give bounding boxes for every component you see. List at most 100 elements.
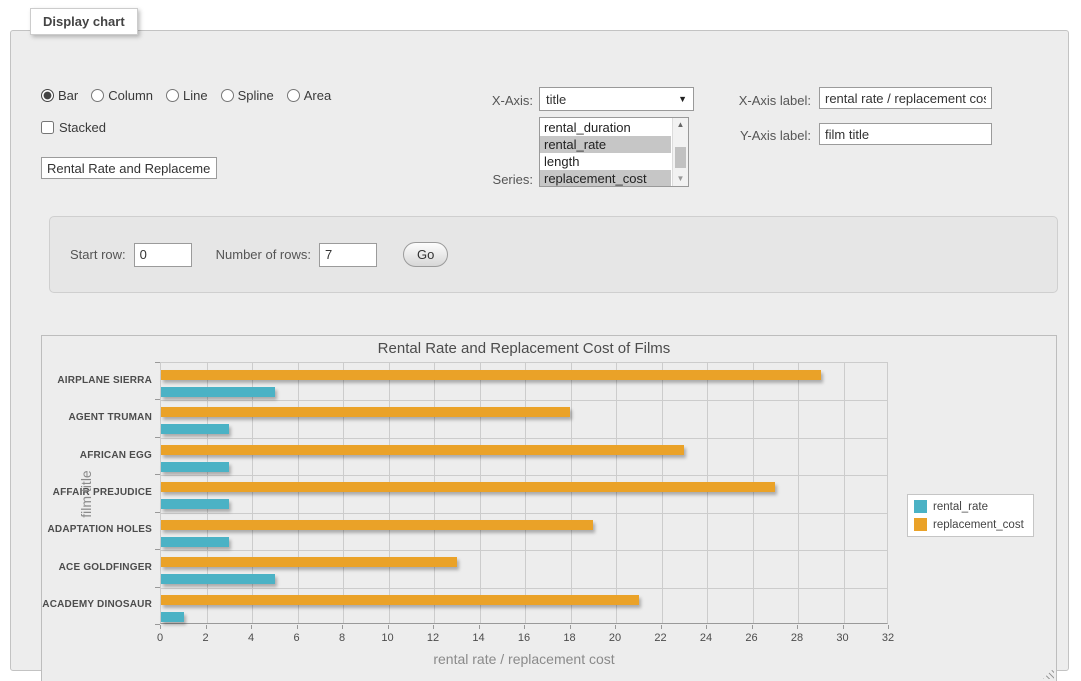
bar-replacement_cost [161, 445, 684, 455]
x-tick-label: 6 [293, 632, 299, 644]
x-tick-mark [615, 625, 616, 629]
chart-container: Rental Rate and Replacement Cost of Film… [41, 335, 1057, 681]
x-tick-label: 28 [791, 632, 803, 644]
scrollbar-up-icon[interactable]: ▲ [673, 118, 688, 132]
x-axis-label-caption: X-Axis label: [721, 93, 811, 108]
y-tick-mark [155, 437, 160, 438]
legend-item: rental_rate [914, 500, 1024, 513]
gridline [161, 400, 887, 401]
go-button[interactable]: Go [403, 242, 448, 267]
stacked-checkbox[interactable] [41, 121, 54, 134]
legend-label: replacement_cost [933, 519, 1024, 531]
gridline [753, 363, 754, 623]
x-axis-label-input[interactable] [819, 87, 992, 109]
gridline [662, 363, 663, 623]
scrollbar-down-icon[interactable]: ▼ [673, 172, 688, 186]
chart-type-radio-spline[interactable]: Spline [221, 88, 274, 103]
series-option-replacement_cost[interactable]: replacement_cost [540, 170, 671, 187]
chart-type-radio-bar[interactable]: Bar [41, 88, 78, 103]
y-tick-mark [155, 624, 160, 625]
scrollbar-thumb[interactable] [675, 147, 686, 168]
x-axis-caption: X-Axis: [459, 93, 533, 108]
x-tick-mark [160, 625, 161, 629]
x-tick-label: 4 [248, 632, 254, 644]
category-label: AGENT TRUMAN [42, 412, 152, 423]
stacked-checkbox-row[interactable]: Stacked [41, 120, 106, 135]
category-label: AFRICAN EGG [42, 450, 152, 461]
radio-line[interactable] [166, 89, 179, 102]
series-option-length[interactable]: length [540, 153, 671, 170]
x-tick-label: 0 [157, 632, 163, 644]
y-tick-mark [155, 549, 160, 550]
stacked-label: Stacked [59, 120, 106, 135]
bar-rental_rate [161, 574, 275, 584]
radio-label: Column [108, 88, 153, 103]
gridline [525, 363, 526, 623]
series-listbox[interactable]: rental_durationrental_ratelengthreplacem… [539, 117, 689, 187]
x-tick-label: 14 [472, 632, 484, 644]
chart-type-radio-group: Bar Column Line Spline Area [41, 88, 331, 103]
radio-column[interactable] [91, 89, 104, 102]
radio-area[interactable] [287, 89, 300, 102]
gridline [343, 363, 344, 623]
bar-rental_rate [161, 537, 229, 547]
plot-area [160, 362, 888, 624]
x-tick-label: 26 [745, 632, 757, 644]
x-axis-selected-value: title [546, 92, 566, 107]
x-tick-mark [797, 625, 798, 629]
series-option-rental_rate[interactable]: rental_rate [540, 136, 671, 153]
legend-swatch [914, 518, 927, 531]
x-tick-mark [706, 625, 707, 629]
x-tick-mark [206, 625, 207, 629]
x-tick-label: 12 [427, 632, 439, 644]
x-axis-select[interactable]: title ▼ [539, 87, 694, 111]
x-tick-mark [661, 625, 662, 629]
series-options: rental_durationrental_ratelengthreplacem… [540, 119, 671, 187]
bar-rental_rate [161, 612, 184, 622]
display-chart-tab-label: Display chart [43, 14, 125, 29]
series-option-rental_duration[interactable]: rental_duration [540, 119, 671, 136]
x-tick-mark [752, 625, 753, 629]
y-axis-label-input[interactable] [819, 123, 992, 145]
gridline [161, 550, 887, 551]
category-label: AFFAIR PREJUDICE [42, 487, 152, 498]
radio-bar[interactable] [41, 89, 54, 102]
gridline [207, 363, 208, 623]
chart-type-radio-area[interactable]: Area [287, 88, 331, 103]
gridline [798, 363, 799, 623]
bar-rental_rate [161, 499, 229, 509]
bar-replacement_cost [161, 520, 593, 530]
gridline [480, 363, 481, 623]
display-chart-tab[interactable]: Display chart [30, 8, 138, 35]
gridline [161, 513, 887, 514]
y-tick-mark [155, 474, 160, 475]
y-tick-mark [155, 587, 160, 588]
gridline [298, 363, 299, 623]
bar-replacement_cost [161, 557, 457, 567]
x-tick-mark [388, 625, 389, 629]
start-row-caption: Start row: [70, 247, 126, 262]
legend-item: replacement_cost [914, 518, 1024, 531]
bar-rental_rate [161, 387, 275, 397]
y-tick-mark [155, 512, 160, 513]
y-axis-title: film title [78, 434, 94, 554]
start-row-input[interactable] [134, 243, 192, 267]
chart-type-radio-line[interactable]: Line [166, 88, 208, 103]
chart-type-radio-column[interactable]: Column [91, 88, 153, 103]
chart-title-input[interactable] [41, 157, 217, 179]
series-scrollbar[interactable]: ▲ ▼ [672, 118, 688, 186]
page: Display chart Bar Column Line Spline Area St… [0, 0, 1081, 681]
num-rows-input[interactable] [319, 243, 377, 267]
x-axis-title: rental rate / replacement cost [160, 651, 888, 667]
radio-spline[interactable] [221, 89, 234, 102]
bar-replacement_cost [161, 595, 639, 605]
dropdown-arrow-icon: ▼ [678, 94, 687, 104]
bar-replacement_cost [161, 482, 775, 492]
x-tick-mark [342, 625, 343, 629]
x-tick-label: 22 [654, 632, 666, 644]
category-label: AIRPLANE SIERRA [42, 375, 152, 386]
radio-label: Bar [58, 88, 78, 103]
y-tick-mark [155, 362, 160, 363]
resize-handle-icon[interactable] [1043, 668, 1054, 679]
x-tick-label: 20 [609, 632, 621, 644]
